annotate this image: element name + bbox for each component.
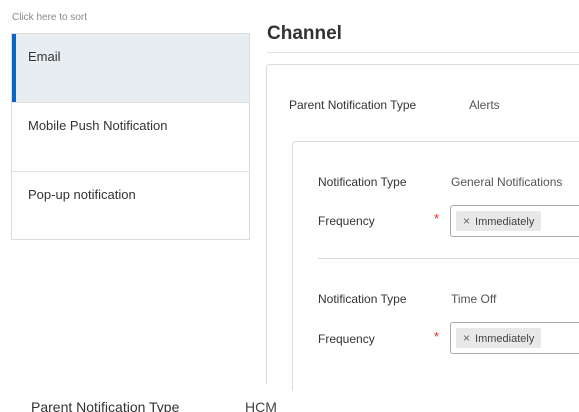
frequency-label: Frequency (318, 332, 375, 346)
frequency-select[interactable]: × Immediately (450, 322, 579, 354)
required-indicator: * (434, 329, 440, 344)
selected-indicator (12, 34, 16, 102)
notification-type-value: Time Off (451, 292, 497, 306)
frequency-chip-label: Immediately (475, 216, 535, 228)
frequency-chip: × Immediately (456, 211, 542, 231)
parent-type-label: Parent Notification Type (289, 98, 417, 112)
notification-type-label: Notification Type (318, 175, 407, 189)
channel-item-label: Email (28, 49, 61, 64)
channel-list: Email Mobile Push Notification Pop-up no… (11, 33, 250, 240)
channel-item-label: Pop-up notification (28, 187, 136, 202)
sort-hint[interactable]: Click here to sort (12, 12, 87, 23)
frequency-label: Frequency (318, 214, 375, 228)
parent-type-value: Alerts (469, 98, 500, 112)
remove-icon[interactable]: × (463, 328, 470, 348)
required-indicator: * (434, 211, 440, 226)
notification-type-value: General Notifications (451, 175, 563, 189)
page-title: Channel (267, 23, 342, 44)
frequency-chip: × Immediately (456, 328, 542, 348)
title-divider (267, 52, 579, 53)
parent-type-label: Parent Notification Type (31, 399, 180, 412)
channel-item-popup[interactable]: Pop-up notification (12, 172, 249, 241)
remove-icon[interactable]: × (463, 211, 470, 231)
frequency-select[interactable]: × Immediately (450, 205, 579, 237)
notification-divider (318, 258, 579, 259)
channel-item-mobile-push[interactable]: Mobile Push Notification (12, 103, 249, 172)
frequency-chip-label: Immediately (475, 333, 535, 345)
notification-type-label: Notification Type (318, 292, 407, 306)
parent-type-value: HCM (245, 399, 277, 412)
channel-item-email[interactable]: Email (12, 34, 249, 103)
channel-item-label: Mobile Push Notification (28, 118, 168, 133)
